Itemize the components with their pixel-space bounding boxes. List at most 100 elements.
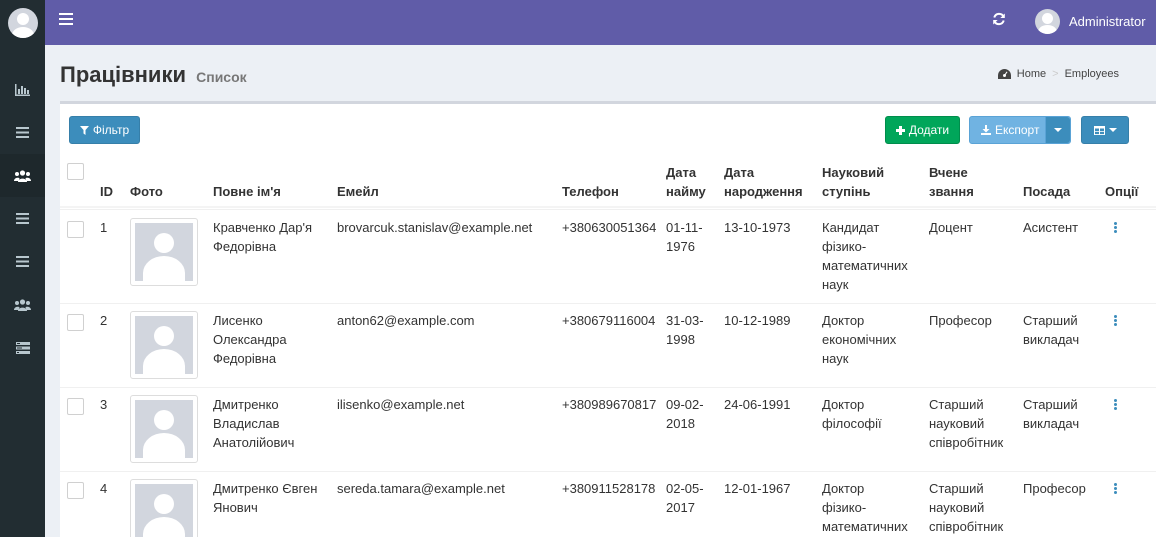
avatar-placeholder-icon <box>135 316 193 374</box>
row-hire-date-line: 31-03- <box>666 313 704 328</box>
row-id: 1 <box>100 220 108 235</box>
employee-photo[interactable] <box>130 311 198 379</box>
row-name-line: Дмитренко <box>213 397 279 412</box>
bar-chart-icon <box>15 83 30 96</box>
row-degree-line: Кандидат <box>822 220 880 235</box>
user-avatar-icon[interactable] <box>7 7 38 38</box>
page-title: Працівники Список <box>60 62 247 88</box>
col-hire-date-line2[interactable]: найму <box>666 182 706 201</box>
row-id: 4 <box>100 481 108 496</box>
breadcrumb: Home > Employees <box>997 68 1119 80</box>
add-button[interactable]: Додати <box>885 116 960 144</box>
row-options-icon[interactable] <box>1114 222 1118 234</box>
user-avatar-icon[interactable] <box>1035 9 1060 34</box>
col-title-line2[interactable]: звання <box>929 182 974 201</box>
col-hire-date-line1[interactable]: Дата <box>666 163 696 182</box>
sidebar-item-tasks[interactable] <box>0 326 45 369</box>
col-degree-line2[interactable]: ступінь <box>822 182 870 201</box>
row-degree-line: фізико- <box>822 239 867 254</box>
col-birth-date-line1[interactable]: Дата <box>724 163 754 182</box>
col-title-line1[interactable]: Вчене <box>929 163 968 182</box>
filter-button-label: Фільтр <box>92 123 130 137</box>
col-birth-date-line2[interactable]: народження <box>724 182 803 201</box>
col-id[interactable]: ID <box>100 182 113 201</box>
sidebar-item-menu-2[interactable] <box>0 197 45 240</box>
sidebar-item-employees[interactable] <box>0 154 45 197</box>
export-button[interactable]: Експорт <box>969 116 1071 144</box>
sidebar-item-dashboard[interactable] <box>0 68 45 111</box>
col-phone[interactable]: Телефон <box>562 182 619 201</box>
row-checkbox[interactable] <box>67 221 84 238</box>
users-icon <box>14 298 31 311</box>
select-all-checkbox[interactable] <box>67 163 84 180</box>
row-position-line: викладач <box>1023 416 1080 431</box>
employee-photo[interactable] <box>130 479 198 537</box>
row-title-line: Старший <box>929 481 984 496</box>
page-title-text: Працівники <box>60 62 186 87</box>
row-name-line: Федорівна <box>213 239 277 254</box>
row-email: sereda.tamara@example.net <box>337 481 505 496</box>
breadcrumb-home[interactable]: Home <box>1017 68 1046 80</box>
employees-box: Фільтр Додати Експорт ID Фото Повне ім'я… <box>60 101 1156 537</box>
col-options: Опції <box>1105 184 1139 199</box>
row-title-line: Доцент <box>929 220 973 235</box>
download-icon <box>981 125 991 135</box>
hamburger-icon[interactable] <box>59 13 73 25</box>
row-options-icon[interactable] <box>1114 399 1118 411</box>
filter-icon <box>79 125 89 135</box>
row-phone: +380989670817 <box>562 397 657 412</box>
row-checkbox[interactable] <box>67 314 84 331</box>
refresh-icon[interactable] <box>992 12 1006 26</box>
row-hire-date-line: 2017 <box>666 500 695 515</box>
col-degree-line1[interactable]: Науковий <box>822 163 884 182</box>
row-email: anton62@example.com <box>337 313 475 328</box>
col-position[interactable]: Посада <box>1023 182 1070 201</box>
row-title-line: Професор <box>929 313 992 328</box>
caret-down-icon <box>1108 128 1117 132</box>
filter-button[interactable]: Фільтр <box>69 116 140 144</box>
sidebar-item-menu-1[interactable] <box>0 111 45 154</box>
table-row: 4 Дмитренко Євген Янович sereda.tamara@e… <box>60 471 1156 537</box>
row-degree-line: математичних <box>822 258 908 273</box>
row-hire-date-line: 02-05- <box>666 481 704 496</box>
employee-photo[interactable] <box>130 218 198 286</box>
row-options-icon[interactable] <box>1114 315 1118 327</box>
top-navbar: Administrator <box>45 0 1156 45</box>
row-degree-line: Доктор <box>822 313 865 328</box>
row-degree-line: наук <box>822 277 849 292</box>
col-email[interactable]: Емейл <box>337 182 379 201</box>
sidebar-item-groups[interactable] <box>0 283 45 326</box>
row-name-line: Владислав <box>213 416 280 431</box>
row-phone: +380630051364 <box>562 220 657 235</box>
table-row: 1 Кравченко Дар'я Федорівна brovarcuk.st… <box>60 209 1156 303</box>
row-position-line: викладач <box>1023 332 1080 347</box>
table-row: 2 Лисенко Олександра Федорівна anton62@e… <box>60 303 1156 387</box>
row-hire-date-line: 09-02- <box>666 397 704 412</box>
row-options-icon[interactable] <box>1114 483 1118 495</box>
sidebar <box>0 0 45 537</box>
avatar-placeholder-icon <box>135 484 193 537</box>
row-degree-line: наук <box>822 351 849 366</box>
table-icon <box>1093 125 1105 135</box>
row-hire-date-line: 01-11- <box>666 220 703 235</box>
table-header: ID Фото Повне ім'я Емейл Телефон Дата на… <box>60 154 1156 208</box>
row-degree-line: філософії <box>822 416 882 431</box>
row-name-line: Анатолійович <box>213 435 295 450</box>
list-icon <box>16 127 29 138</box>
employee-photo[interactable] <box>130 395 198 463</box>
row-position-line: Старший <box>1023 313 1078 328</box>
dashboard-icon <box>997 69 1011 79</box>
row-id: 3 <box>100 397 108 412</box>
row-birth-date: 13-10-1973 <box>724 220 791 235</box>
row-checkbox[interactable] <box>67 482 84 499</box>
export-dropdown-toggle[interactable] <box>1045 117 1070 143</box>
row-birth-date: 10-12-1989 <box>724 313 791 328</box>
row-checkbox[interactable] <box>67 398 84 415</box>
user-name[interactable]: Administrator <box>1069 14 1146 29</box>
row-hire-date-line: 1976 <box>666 239 695 254</box>
col-name[interactable]: Повне ім'я <box>213 182 281 201</box>
sidebar-item-menu-3[interactable] <box>0 240 45 283</box>
row-birth-date: 24-06-1991 <box>724 397 791 412</box>
row-name-line: Олександра <box>213 332 287 347</box>
columns-button[interactable] <box>1081 116 1129 144</box>
